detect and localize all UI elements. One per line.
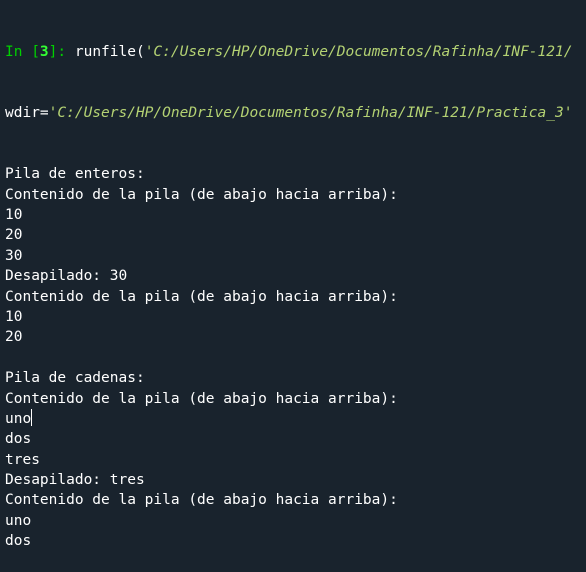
command-arg1: 'C:/Users/HP/OneDrive/Documentos/Rafinha… [144,43,573,60]
prompt-prefix: In [ [5,43,40,60]
ipython-console[interactable]: In [3]: runfile('C:/Users/HP/OneDrive/Do… [5,0,572,572]
command-kw: wdir= [5,105,49,122]
prompt-number: 3 [39,43,49,60]
output-line: Contenido de la pila (de abajo hacia arr… [5,288,398,305]
output-line: dos [5,533,32,550]
input-line: In [3]: runfile('C:/Users/HP/OneDrive/Do… [5,42,572,62]
output-line: Pila de enteros: [5,166,145,183]
output-line: 20 [5,227,23,244]
prompt-suffix: ]: [48,43,75,60]
output-line: tres [5,451,40,468]
output-line: Desapilado: tres [5,472,145,489]
command-arg2: 'C:/Users/HP/OneDrive/Documentos/Rafinha… [48,105,573,122]
output-line: uno [5,408,33,427]
output-line: 30 [5,247,23,264]
output-line: Desapilado: 30 [5,268,128,285]
command-func: runfile( [74,43,145,60]
output-line: Pila de cadenas: [5,370,145,387]
output-line: Contenido de la pila (de abajo hacia arr… [5,186,398,203]
text-cursor [31,408,33,426]
output-line: Contenido de la pila (de abajo hacia arr… [5,492,398,509]
output-line: 10 [5,207,23,223]
input-line-cont: wdir='C:/Users/HP/OneDrive/Documentos/Ra… [5,103,572,123]
output-line: dos [5,431,32,448]
output-line: 20 [5,329,23,346]
output-line: Contenido de la pila (de abajo hacia arr… [5,390,398,407]
output-line: uno [5,512,32,529]
output-line: 10 [5,308,23,325]
